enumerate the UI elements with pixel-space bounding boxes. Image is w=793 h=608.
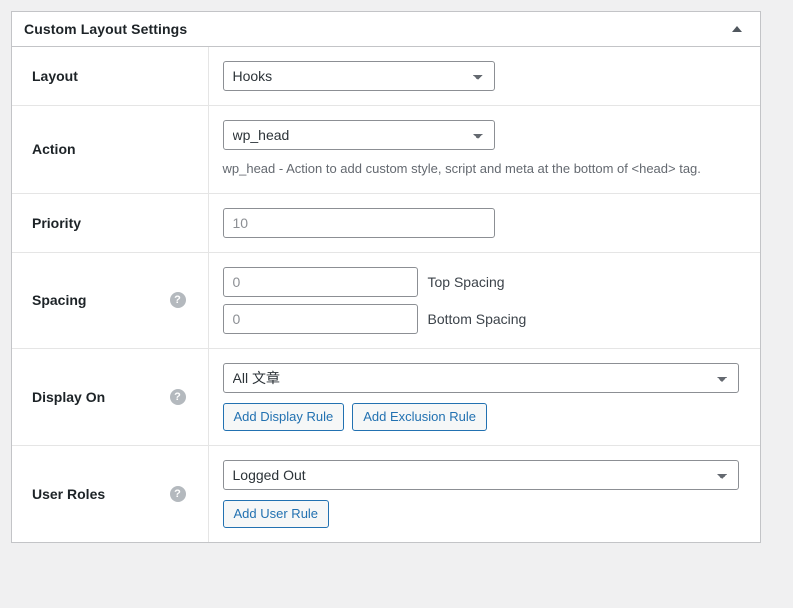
display-on-button-row: Add Display Rule Add Exclusion Rule	[223, 403, 749, 431]
label-cell-user-roles: User Roles ?	[12, 445, 208, 542]
row-user-roles: User Roles ? Logged Out Add User Rule	[12, 445, 760, 542]
label-cell-layout: Layout	[12, 47, 208, 106]
label-action: Action	[32, 141, 76, 157]
help-icon-spacing[interactable]: ?	[170, 292, 186, 308]
bottom-spacing-label: Bottom Spacing	[428, 311, 527, 327]
row-layout: Layout Hooks	[12, 47, 760, 106]
label-cell-priority: Priority	[12, 193, 208, 252]
user-roles-select[interactable]: Logged Out	[223, 460, 739, 490]
row-spacing: Spacing ? Top Spacing Bottom Spacing	[12, 252, 760, 348]
caret-up-glyph	[732, 26, 742, 32]
layout-select[interactable]: Hooks	[223, 61, 495, 91]
bottom-spacing-input[interactable]	[223, 304, 418, 334]
label-spacing: Spacing	[32, 292, 86, 308]
top-spacing-line: Top Spacing	[223, 267, 749, 297]
field-cell-layout: Hooks	[208, 47, 760, 106]
custom-layout-settings-panel: Custom Layout Settings Layout Hooks	[11, 11, 761, 543]
label-priority: Priority	[32, 215, 81, 231]
field-cell-action: wp_head wp_head - Action to add custom s…	[208, 106, 760, 194]
field-cell-user-roles: Logged Out Add User Rule	[208, 445, 760, 542]
help-icon-display-on[interactable]: ?	[170, 389, 186, 405]
field-cell-spacing: Top Spacing Bottom Spacing	[208, 252, 760, 348]
row-priority: Priority	[12, 193, 760, 252]
add-display-rule-button[interactable]: Add Display Rule	[223, 403, 345, 431]
top-spacing-input[interactable]	[223, 267, 418, 297]
label-cell-spacing: Spacing ?	[12, 252, 208, 348]
bottom-spacing-line: Bottom Spacing	[223, 304, 749, 334]
action-description: wp_head - Action to add custom style, sc…	[223, 159, 749, 179]
help-icon-user-roles[interactable]: ?	[170, 486, 186, 502]
settings-table: Layout Hooks Action wp	[12, 47, 760, 542]
priority-input[interactable]	[223, 208, 495, 238]
label-user-roles: User Roles	[32, 486, 105, 502]
action-select[interactable]: wp_head	[223, 120, 495, 150]
user-roles-button-row: Add User Rule	[223, 500, 749, 528]
label-layout: Layout	[32, 68, 78, 84]
caret-up-icon[interactable]	[724, 16, 750, 42]
field-cell-display-on: All 文章 Add Display Rule Add Exclusion Ru…	[208, 348, 760, 445]
panel-header: Custom Layout Settings	[12, 12, 760, 47]
label-cell-action: Action	[12, 106, 208, 194]
row-action: Action wp_head wp_head - Action to add c…	[12, 106, 760, 194]
page-title: Custom Layout Settings	[24, 21, 187, 37]
label-display-on: Display On	[32, 389, 105, 405]
label-cell-display-on: Display On ?	[12, 348, 208, 445]
add-exclusion-rule-button[interactable]: Add Exclusion Rule	[352, 403, 487, 431]
field-cell-priority	[208, 193, 760, 252]
row-display-on: Display On ? All 文章 Add Display Rule Add…	[12, 348, 760, 445]
add-user-rule-button[interactable]: Add User Rule	[223, 500, 330, 528]
top-spacing-label: Top Spacing	[428, 274, 505, 290]
display-on-select[interactable]: All 文章	[223, 363, 739, 393]
